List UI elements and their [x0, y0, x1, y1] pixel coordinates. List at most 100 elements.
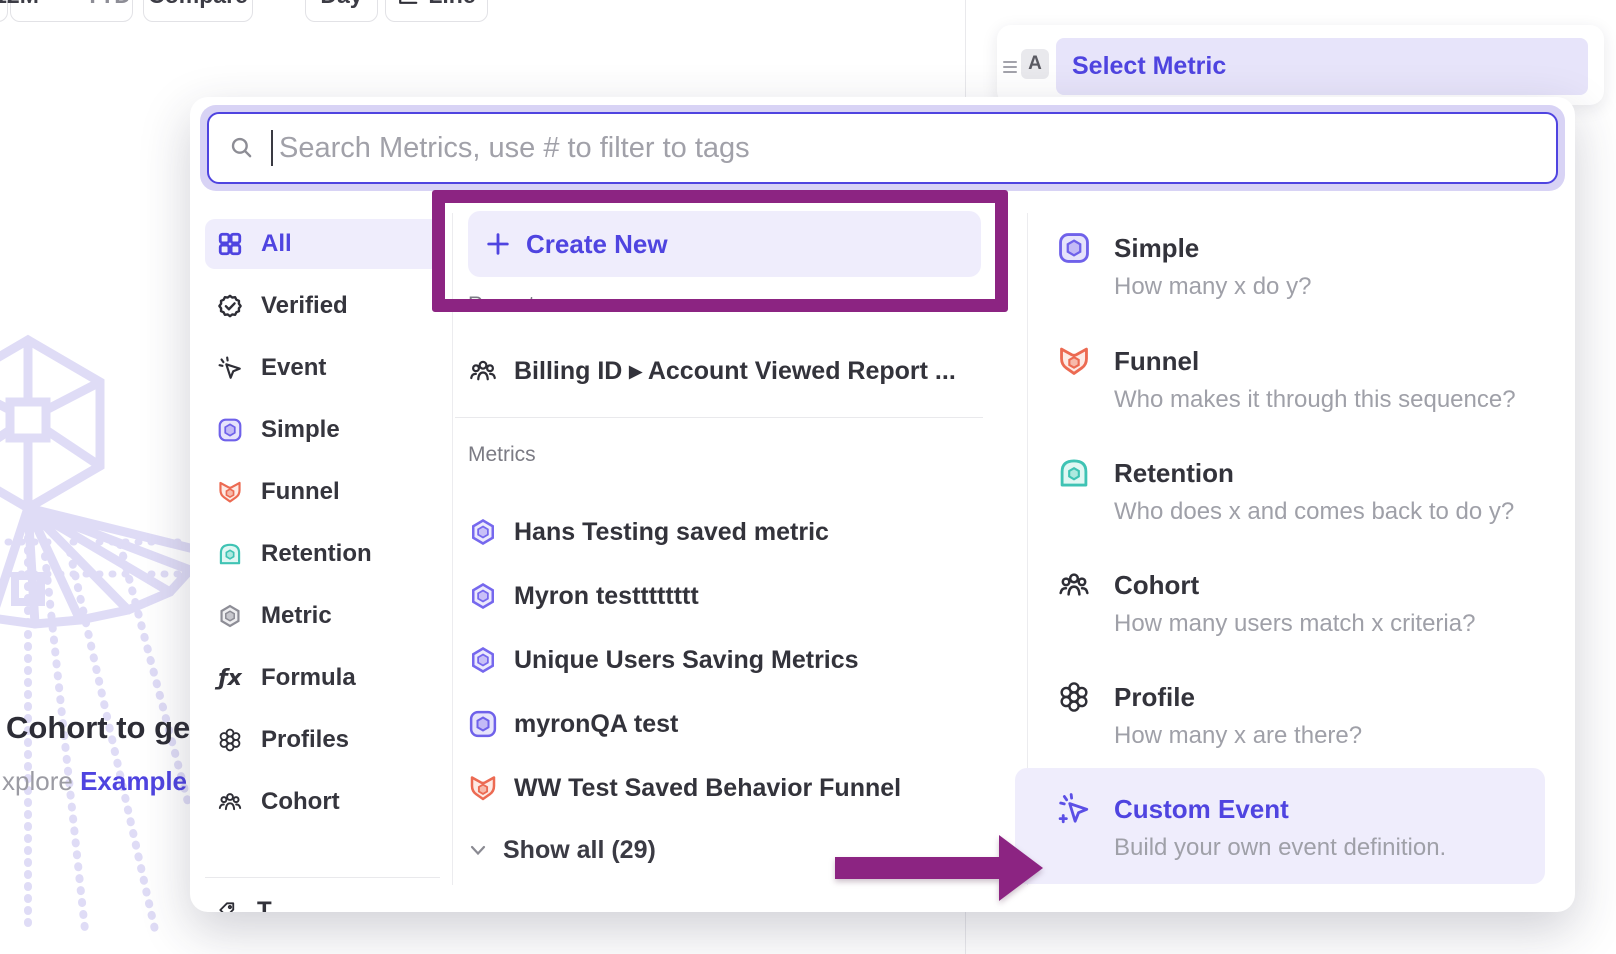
metric-type-title: Custom Event: [1114, 792, 1446, 826]
cohort-people-icon: [217, 789, 243, 815]
search-icon: [229, 135, 255, 161]
metric-type-description: Who does x and comes back to do y?: [1114, 498, 1514, 526]
metric-type-retention[interactable]: Retention Who does x and comes back to d…: [1057, 456, 1557, 526]
metric-type-description: Build your own event definition.: [1114, 834, 1446, 862]
recent-item[interactable]: Billing ID ▸ Account Viewed Report ...: [468, 346, 956, 396]
verified-badge-icon: [217, 293, 243, 319]
metric-type-profile[interactable]: Profile How many x are there?: [1057, 680, 1557, 750]
metric-hexagon-icon: [217, 603, 243, 629]
granularity-button[interactable]: Day: [305, 0, 378, 22]
formula-icon: ƒx: [217, 665, 243, 691]
sidebar-item-label: Retention: [261, 540, 372, 568]
search-focus-ring: [200, 105, 1565, 191]
granularity-label: Day: [320, 0, 362, 9]
metric-type-description: How many x do y?: [1114, 273, 1311, 301]
saved-metric-label: Hans Testing saved metric: [514, 518, 829, 547]
profiles-flower-icon: [217, 727, 243, 753]
chart-type-button[interactable]: Line: [385, 0, 488, 22]
compare-button[interactable]: Compare: [143, 0, 253, 22]
metric-type-description: How many users match x criteria?: [1114, 610, 1475, 638]
sidebar-item-partial[interactable]: T: [217, 897, 272, 912]
recent-item-label: Billing ID ▸ Account Viewed Report ...: [514, 356, 956, 386]
show-all-button[interactable]: Show all (29): [470, 828, 656, 872]
sidebar-item-event[interactable]: Event: [205, 343, 440, 393]
range-ytd-label: YTD: [85, 0, 131, 9]
metric-type-custom-event[interactable]: Custom Event Build your own event defini…: [1057, 792, 1557, 862]
funnel-icon: [468, 773, 498, 803]
sidebar-item-funnel[interactable]: Funnel: [205, 467, 440, 517]
sidebar-item-label: Simple: [261, 416, 340, 444]
sidebar-divider: [205, 877, 440, 878]
range-12m-label: 12M: [0, 0, 39, 9]
select-metric-button[interactable]: Select Metric: [1056, 38, 1588, 95]
metric-type-description: Who makes it through this sequence?: [1114, 386, 1516, 414]
sidebar-item-formula[interactable]: ƒx Formula: [205, 653, 440, 703]
sidebar-item-metric[interactable]: Metric: [205, 591, 440, 641]
cohort-people-icon: [468, 356, 498, 386]
wireframe-illustration: [0, 330, 195, 950]
retention-icon: [1057, 456, 1091, 490]
sidebar-item-profiles[interactable]: Profiles: [205, 715, 440, 765]
metric-type-cohort[interactable]: Cohort How many users match x criteria?: [1057, 568, 1557, 638]
search-field[interactable]: [207, 112, 1558, 184]
compare-label: Compare: [148, 0, 248, 9]
metric-type-simple[interactable]: Simple How many x do y?: [1057, 231, 1557, 301]
metric-query-card: A Select Metric: [997, 25, 1604, 105]
metric-hexagon-icon: [468, 517, 498, 547]
metric-type-funnel[interactable]: Funnel Who makes it through this sequenc…: [1057, 344, 1557, 414]
list-divider: [455, 417, 983, 418]
annotation-arrow: [833, 833, 1045, 903]
sidebar-item-label: T: [257, 897, 272, 912]
chart-type-label: Line: [428, 0, 475, 9]
event-cursor-icon: [217, 355, 243, 381]
series-badge: A: [1021, 49, 1049, 79]
grid-icon: [217, 231, 243, 257]
metric-type-title: Retention: [1114, 456, 1514, 490]
saved-metric-item[interactable]: Hans Testing saved metric: [468, 507, 829, 557]
saved-metric-item[interactable]: Unique Users Saving Metrics: [468, 635, 859, 685]
sidebar-item-simple[interactable]: Simple: [205, 405, 440, 455]
metric-hexagon-icon: [468, 581, 498, 611]
drag-handle-icon[interactable]: [1003, 58, 1017, 76]
sidebar-item-retention[interactable]: Retention: [205, 529, 440, 579]
background-explore-line: xplore Example: [2, 766, 187, 797]
simple-metric-icon: [217, 417, 243, 443]
metric-type-description: How many x are there?: [1114, 722, 1362, 750]
funnel-icon: [217, 479, 243, 505]
metric-type-title: Funnel: [1114, 344, 1516, 378]
metric-type-title: Cohort: [1114, 568, 1475, 602]
sidebar-item-all[interactable]: All: [205, 219, 440, 269]
saved-metric-label: Myron testttttttt: [514, 582, 699, 611]
search-input[interactable]: [277, 131, 1536, 166]
sidebar-item-verified[interactable]: Verified: [205, 281, 440, 331]
saved-metric-label: myronQA test: [514, 710, 678, 739]
sidebar-item-label: Profiles: [261, 726, 349, 754]
retention-icon: [217, 541, 243, 567]
annotation-rectangle: [432, 190, 1008, 312]
sidebar-item-cohort[interactable]: Cohort: [205, 777, 440, 827]
select-metric-label: Select Metric: [1072, 52, 1226, 81]
range-12m-button[interactable]: 12M: [0, 0, 53, 21]
sidebar-item-label: Event: [261, 354, 326, 382]
explore-link[interactable]: Example: [80, 766, 187, 796]
metric-hexagon-icon: [468, 645, 498, 675]
metric-type-title: Simple: [1114, 231, 1311, 265]
saved-metric-label: Unique Users Saving Metrics: [514, 646, 859, 675]
saved-metric-item[interactable]: WW Test Saved Behavior Funnel: [468, 763, 901, 813]
chevron-down-icon: [470, 837, 486, 863]
saved-metric-item[interactable]: myronQA test: [468, 699, 678, 749]
sidebar-item-label: Funnel: [261, 478, 340, 506]
background-heading-fragment: Cohort to ge: [6, 710, 190, 746]
metrics-section-label: Metrics: [468, 443, 536, 467]
saved-metric-label: WW Test Saved Behavior Funnel: [514, 774, 901, 803]
cohort-people-icon: [1057, 568, 1091, 602]
explore-prefix: xplore: [2, 766, 73, 796]
simple-metric-icon: [468, 709, 498, 739]
text-cursor: [271, 130, 273, 166]
sidebar-item-label: Metric: [261, 602, 332, 630]
app-window: 12M YTD Compare Day Line: [0, 0, 1616, 954]
saved-metric-item[interactable]: Myron testttttttt: [468, 571, 699, 621]
sidebar-item-label: All: [261, 230, 292, 258]
funnel-icon: [1057, 344, 1091, 378]
date-range-control[interactable]: 12M YTD: [10, 0, 133, 22]
